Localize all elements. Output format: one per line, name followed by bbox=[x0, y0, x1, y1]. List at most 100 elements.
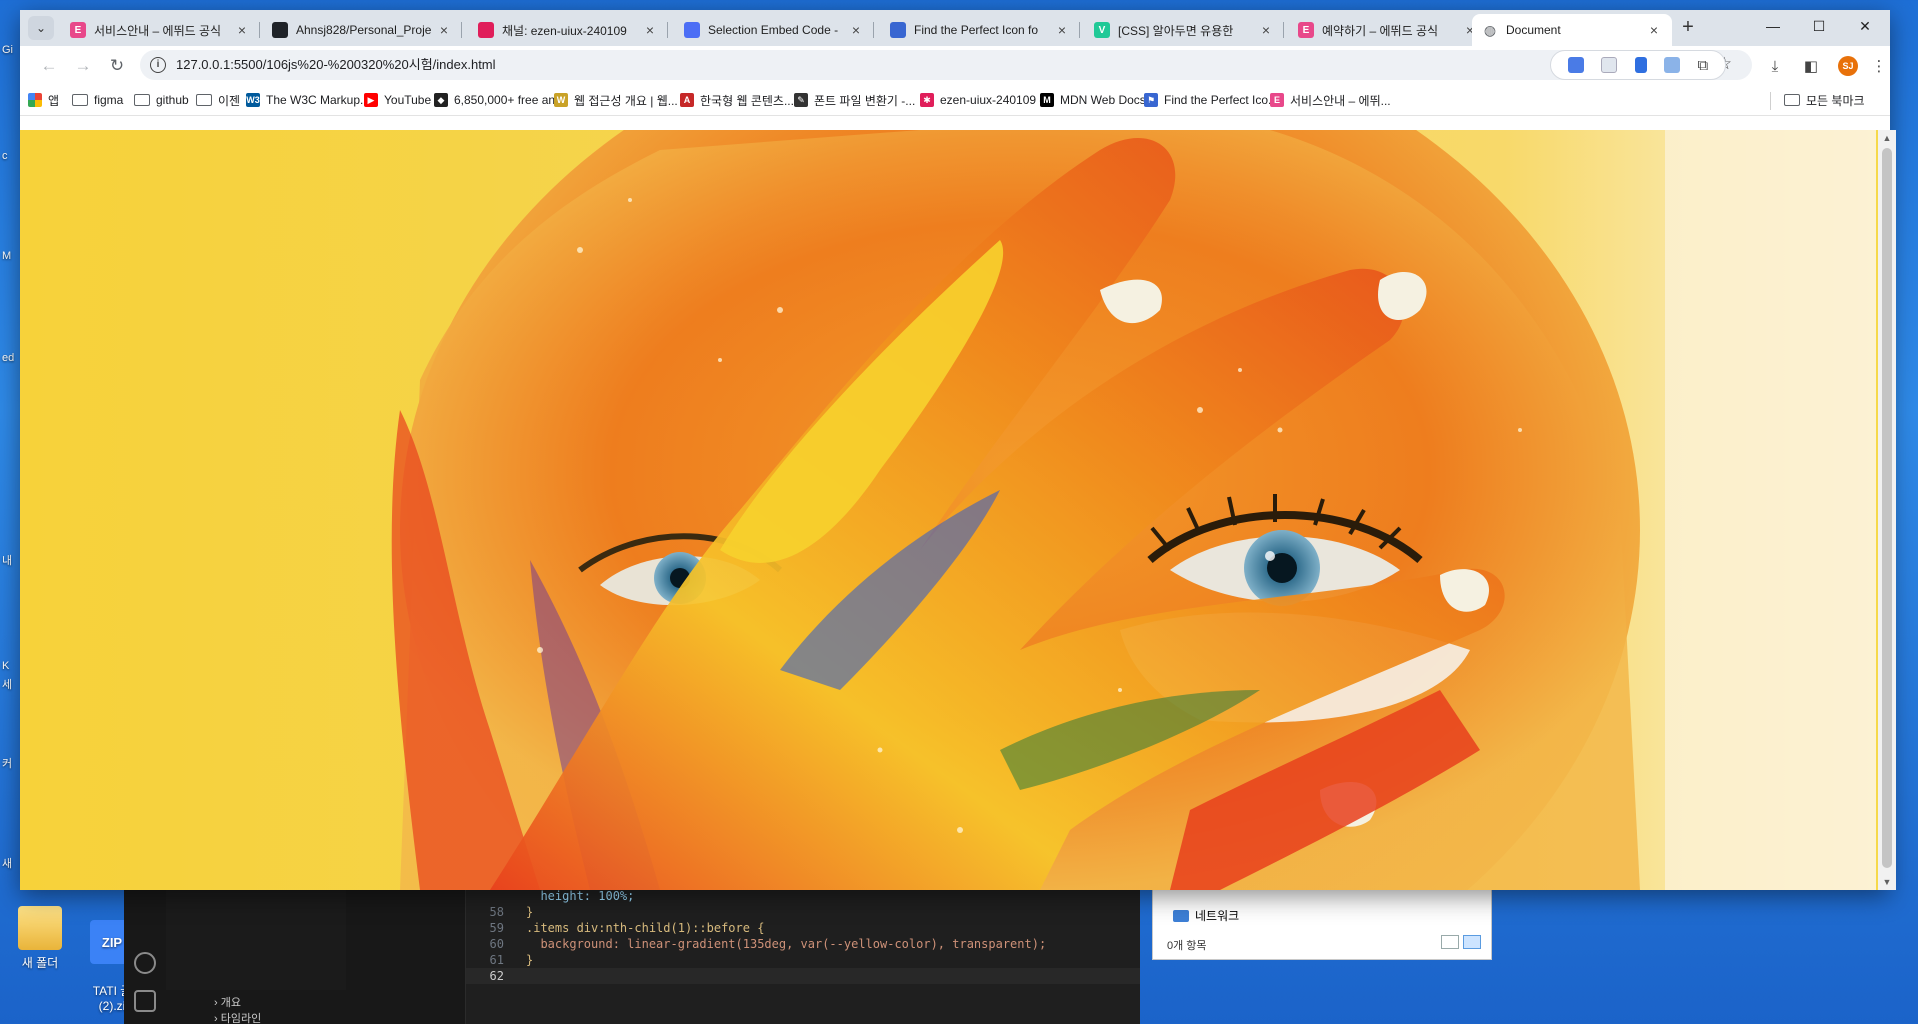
tab-1[interactable]: E 서비스안내 – 에뛰드 공식 × bbox=[60, 14, 260, 46]
account-icon[interactable] bbox=[134, 952, 156, 974]
side-panel-icon[interactable]: ◧ bbox=[1798, 53, 1824, 79]
code-line: 58 } bbox=[489, 905, 534, 919]
tab-title: Find the Perfect Icon fo bbox=[914, 23, 1039, 37]
scrollbar-thumb[interactable] bbox=[1882, 148, 1892, 868]
close-tab-icon[interactable]: × bbox=[1258, 22, 1274, 38]
bookmark-item[interactable]: ✱ ezen-uiux-240109 -... bbox=[920, 90, 1053, 110]
reload-button[interactable]: ↻ bbox=[104, 53, 130, 79]
vscode-window: › 개요 › 타임라인 height: 100%; 58 } 59 .items… bbox=[124, 880, 1140, 1024]
bookmark-item[interactable]: ✎ 폰트 파일 변환기 -... bbox=[794, 90, 915, 110]
bookmark-label: The W3C Markup... bbox=[266, 93, 371, 107]
bookmarks-separator bbox=[1770, 92, 1771, 110]
bookmark-item[interactable]: W3 The W3C Markup... bbox=[246, 90, 370, 110]
page-viewport[interactable]: ▲ ▼ bbox=[20, 130, 1896, 890]
code-line: 59 .items div:nth-child(1)::before { bbox=[489, 921, 765, 935]
close-tab-icon[interactable]: × bbox=[642, 22, 658, 38]
scroll-up-icon[interactable]: ▲ bbox=[1878, 130, 1896, 146]
profile-avatar[interactable]: SJ bbox=[1838, 56, 1858, 76]
tab-5[interactable]: Find the Perfect Icon fo × bbox=[880, 14, 1080, 46]
bookmark-item[interactable]: figma bbox=[72, 90, 123, 110]
folder-icon bbox=[1784, 94, 1800, 106]
settings-gear-icon[interactable] bbox=[134, 990, 156, 1012]
extension-icon[interactable] bbox=[1567, 57, 1584, 73]
extension-icon[interactable] bbox=[1664, 57, 1681, 73]
panel-outline[interactable]: › 개요 bbox=[214, 994, 241, 1010]
desktop-new-folder[interactable]: 새 폴더 bbox=[0, 906, 80, 971]
bookmark-item[interactable]: W 웹 접근성 개요 | 웹... bbox=[554, 90, 678, 110]
forward-button[interactable]: → bbox=[70, 53, 96, 79]
bookmark-label: ezen-uiux-240109 -... bbox=[940, 93, 1054, 107]
tab-4[interactable]: Selection Embed Code - × bbox=[674, 14, 874, 46]
tab-search-button[interactable]: ⌄ bbox=[28, 16, 54, 40]
hero-right-highlight bbox=[1665, 130, 1876, 890]
address-bar[interactable]: i 127.0.0.1:5500/106js%20-%200320%20시험/i… bbox=[140, 50, 1752, 80]
close-tab-icon[interactable]: × bbox=[1646, 22, 1662, 38]
tab-2[interactable]: Ahnsj828/Personal_Proje × bbox=[262, 14, 462, 46]
close-tab-icon[interactable]: × bbox=[436, 22, 452, 38]
extension-icon[interactable] bbox=[1601, 57, 1618, 73]
scroll-down-icon[interactable]: ▼ bbox=[1878, 874, 1896, 890]
panel-timeline[interactable]: › 타임라인 bbox=[214, 1010, 261, 1024]
bookmark-item[interactable]: github bbox=[134, 90, 189, 110]
favicon-icon: V bbox=[1094, 22, 1110, 38]
maximize-button[interactable]: ☐ bbox=[1796, 10, 1842, 42]
new-tab-button[interactable]: + bbox=[1674, 16, 1702, 40]
bookmark-item[interactable]: M MDN Web Docs bbox=[1040, 90, 1146, 110]
code-line-current: 62 bbox=[466, 968, 1140, 984]
network-nav-item[interactable]: 네트워크 bbox=[1173, 907, 1239, 924]
item-count: 0개 항목 bbox=[1167, 940, 1207, 952]
puzzle-icon[interactable]: ⧉ bbox=[1698, 57, 1709, 74]
tab-8[interactable]: ◍ Document × bbox=[1472, 14, 1672, 46]
tab-3[interactable]: 채널: ezen-uiux-240109 × bbox=[468, 14, 668, 46]
tab-6[interactable]: V [CSS] 알아두면 유용한 × bbox=[1084, 14, 1284, 46]
download-icon[interactable]: ⤓ bbox=[1762, 53, 1788, 79]
bookmark-item[interactable]: E 서비스안내 – 에뛰... bbox=[1270, 90, 1391, 110]
back-button[interactable]: ← bbox=[36, 53, 62, 79]
bookmark-label: github bbox=[156, 93, 189, 107]
tab-7[interactable]: E 예약하기 – 에뛰드 공식 × bbox=[1288, 14, 1488, 46]
minimize-button[interactable]: — bbox=[1750, 10, 1796, 42]
bookmark-item[interactable]: ◆ 6,850,000+ free an... bbox=[434, 90, 565, 110]
large-icons-view-icon[interactable] bbox=[1463, 935, 1481, 949]
close-tab-icon[interactable]: × bbox=[1054, 22, 1070, 38]
tab-title: 채널: ezen-uiux-240109 bbox=[502, 23, 627, 38]
chevron-down-icon: ⌄ bbox=[35, 21, 47, 35]
site-info-icon[interactable]: i bbox=[150, 57, 166, 73]
close-tab-icon[interactable]: × bbox=[234, 22, 250, 38]
extensions-group: ⧉ bbox=[1550, 50, 1726, 80]
desktop-edge-labels: Gi c M ed 내 K 세 커 새 bbox=[0, 0, 20, 1024]
site-favicon-icon: ✎ bbox=[794, 93, 808, 107]
menu-kebab-icon[interactable]: ⋮ bbox=[1866, 53, 1892, 79]
code-line: 61 } bbox=[489, 953, 534, 967]
sidebar: › 개요 › 타임라인 bbox=[166, 880, 466, 1024]
page-scrollbar[interactable]: ▲ ▼ bbox=[1878, 130, 1896, 890]
url-text[interactable]: 127.0.0.1:5500/106js%20-%200320%20시험/ind… bbox=[176, 50, 496, 80]
tab-title: Ahnsj828/Personal_Proje bbox=[296, 23, 432, 37]
favicon-icon: E bbox=[70, 22, 86, 38]
code-editor[interactable]: height: 100%; 58 } 59 .items div:nth-chi… bbox=[466, 880, 1140, 1024]
code-line: 60 background: linear-gradient(135deg, v… bbox=[489, 937, 1047, 951]
site-favicon-icon: ✱ bbox=[920, 93, 934, 107]
bookmark-item[interactable]: 앱 bbox=[28, 90, 59, 110]
close-window-button[interactable]: ✕ bbox=[1842, 10, 1888, 42]
arrow-right-icon: → bbox=[74, 56, 92, 75]
tab-separator bbox=[873, 22, 874, 38]
all-bookmarks-button[interactable]: 모든 북마크 bbox=[1784, 90, 1865, 110]
bookmark-item[interactable]: 이젠 bbox=[196, 90, 240, 110]
bookmark-item[interactable]: A 한국형 웹 콘텐츠... bbox=[680, 90, 794, 110]
bookmark-label: 폰트 파일 변환기 -... bbox=[814, 93, 916, 108]
arrow-left-icon: ← bbox=[40, 56, 58, 75]
site-favicon-icon: ⚑ bbox=[1144, 93, 1158, 107]
bookmark-item[interactable]: ▶ YouTube bbox=[364, 90, 431, 110]
tab-separator bbox=[461, 22, 462, 38]
close-tab-icon[interactable]: × bbox=[848, 22, 864, 38]
extension-icon[interactable] bbox=[1634, 57, 1647, 73]
favicon-icon: E bbox=[1298, 22, 1314, 38]
bookmarks-bar: 앱 figma github 이젠 W3 The W3C Markup... ▶ YouTub… bbox=[20, 84, 1890, 116]
bookmark-label: 6,850,000+ free an... bbox=[454, 93, 566, 107]
tab-title: [CSS] 알아두면 유용한 bbox=[1118, 23, 1234, 38]
details-view-icon[interactable] bbox=[1441, 935, 1459, 949]
bookmark-label: 서비스안내 – 에뛰... bbox=[1290, 93, 1391, 108]
tab-separator bbox=[1079, 22, 1080, 38]
bookmark-item[interactable]: ⚑ Find the Perfect Ico... bbox=[1144, 90, 1278, 110]
